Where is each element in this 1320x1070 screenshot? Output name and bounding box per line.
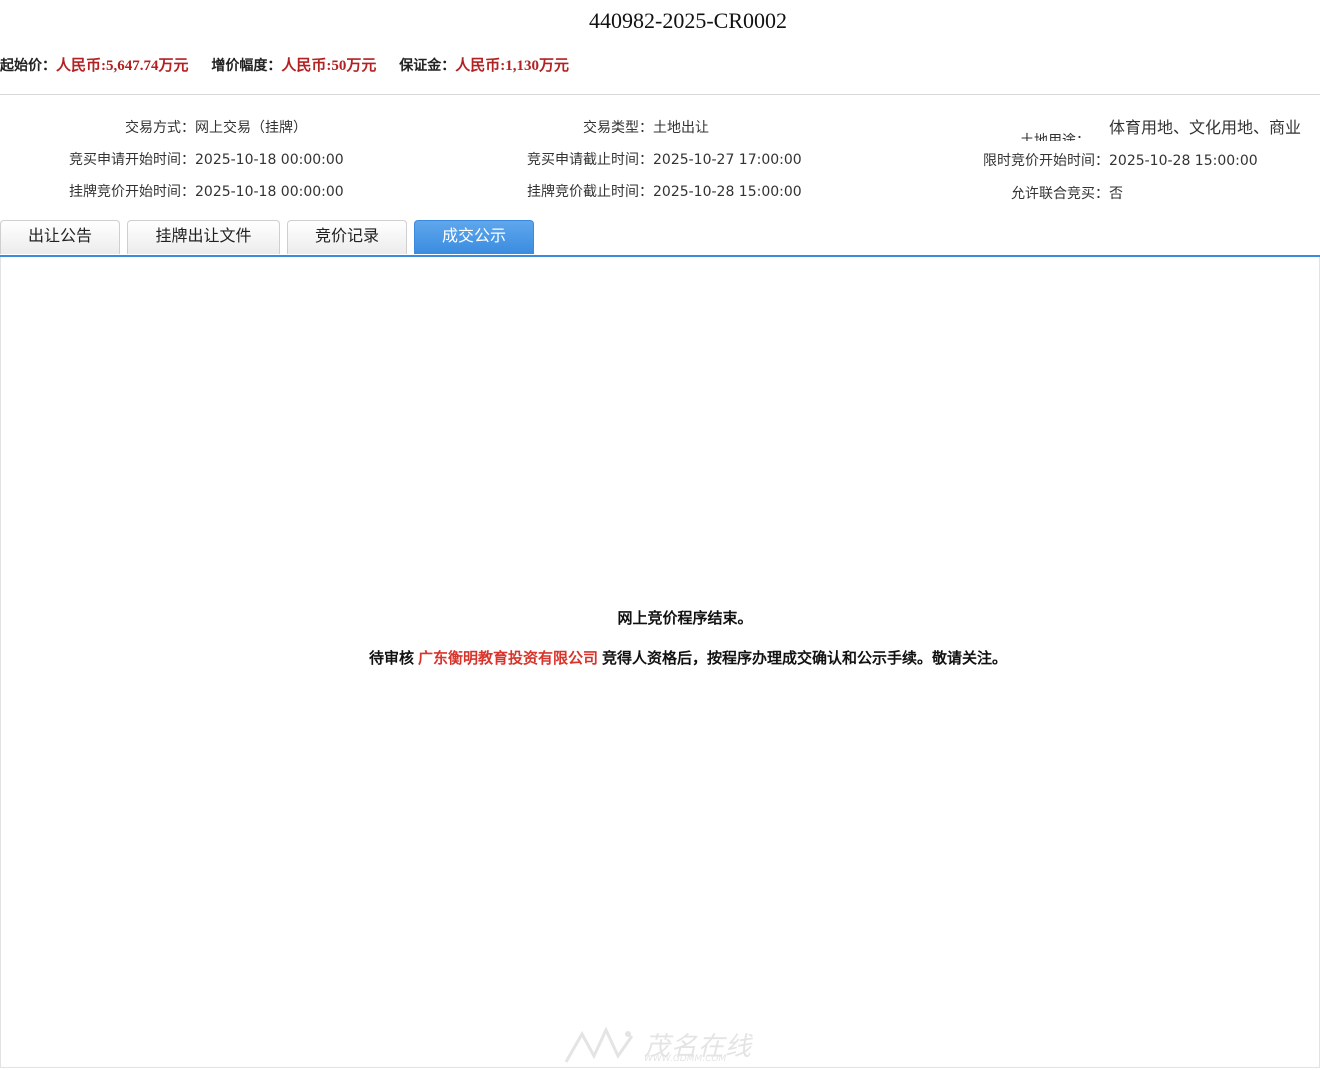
info-value: 否 bbox=[1109, 186, 1123, 202]
header-divider bbox=[0, 94, 1320, 95]
info-value: 2025-10-28 15:00:00 bbox=[1109, 153, 1258, 169]
info-trade-method: 交易方式：网上交易（挂牌） bbox=[0, 117, 307, 137]
watermark-logo-icon bbox=[564, 1026, 634, 1063]
info-value: 2025-10-18 00:00:00 bbox=[195, 152, 344, 168]
land-use-label: 土地用途： bbox=[1020, 133, 1090, 141]
increment-value: 人民币:50万元 bbox=[281, 58, 377, 74]
info-value: 2025-10-27 17:00:00 bbox=[653, 152, 802, 168]
info-joint-bid: 允许联合竞买：否 bbox=[900, 183, 1123, 203]
result-detail: 待审核 广东衡明教育投资有限公司 竞得人资格后，按程序办理成交确认和公示手续。敬请关… bbox=[0, 647, 1320, 668]
info-listing-start: 挂牌竞价开始时间：2025-10-18 00:00:00 bbox=[0, 181, 344, 201]
tab-bid-records[interactable]: 竞价记录 bbox=[287, 220, 407, 254]
land-use-value: 体育用地、文化用地、商业 bbox=[1109, 118, 1302, 137]
tab-notice[interactable]: 出让公告 bbox=[0, 220, 120, 254]
info-label: 限时竞价开始时间： bbox=[983, 153, 1109, 169]
site-watermark: 茂名在线 WWW.GDMM.COM bbox=[562, 1026, 762, 1066]
info-value: 2025-10-28 15:00:00 bbox=[653, 184, 802, 200]
info-label: 竞买申请截止时间： bbox=[527, 152, 653, 168]
info-apply-end: 竞买申请截止时间：2025-10-27 17:00:00 bbox=[440, 149, 802, 169]
info-value: 网上交易（挂牌） bbox=[195, 120, 307, 136]
tab-deal-announcement[interactable]: 成交公示 bbox=[414, 220, 534, 254]
result-detail-suffix: 竞得人资格后，按程序办理成交确认和公示手续。敬请关注。 bbox=[602, 649, 1008, 667]
info-label: 挂牌竞价截止时间： bbox=[527, 184, 653, 200]
info-listing-end: 挂牌竞价截止时间：2025-10-28 15:00:00 bbox=[440, 181, 802, 201]
start-price-value: 人民币:5,647.74万元 bbox=[56, 58, 189, 74]
info-timed-bid-start: 限时竞价开始时间：2025-10-28 15:00:00 bbox=[900, 150, 1258, 170]
tab-listing-documents[interactable]: 挂牌出让文件 bbox=[127, 220, 280, 254]
winning-company: 广东衡明教育投资有限公司 bbox=[417, 649, 598, 667]
info-value: 土地出让 bbox=[653, 120, 709, 136]
info-label: 挂牌竞价开始时间： bbox=[69, 184, 195, 200]
page-title: 440982-2025-CR0002 bbox=[589, 8, 787, 33]
tab-bar: 出让公告 挂牌出让文件 竞价记录 成交公示 bbox=[0, 220, 1320, 256]
deposit-label: 保证金： bbox=[399, 58, 456, 74]
start-price-label: 起始价： bbox=[0, 58, 56, 74]
info-value: 2025-10-18 00:00:00 bbox=[195, 184, 344, 200]
price-summary: 起始价：人民币:5,647.74万元 增价幅度：人民币:50万元 保证金：人民币… bbox=[0, 54, 587, 75]
info-apply-start: 竞买申请开始时间：2025-10-18 00:00:00 bbox=[0, 149, 344, 169]
result-message: 网上竞价程序结束。 bbox=[617, 609, 753, 627]
info-trade-type: 交易类型：土地出让 bbox=[440, 117, 709, 137]
info-label: 交易方式： bbox=[125, 120, 195, 136]
watermark-url: WWW.GDMM.COM bbox=[644, 1054, 727, 1064]
deposit-value: 人民币:1,130万元 bbox=[455, 58, 569, 74]
result-detail-prefix: 待审核 bbox=[368, 649, 414, 667]
page: 440982-2025-CR0002 起始价：人民币:5,647.74万元 增价… bbox=[0, 0, 1320, 1070]
info-label: 交易类型： bbox=[583, 120, 653, 136]
increment-label: 增价幅度： bbox=[211, 58, 282, 74]
info-label: 竞买申请开始时间： bbox=[69, 152, 195, 168]
info-label: 允许联合竞买： bbox=[1011, 186, 1109, 202]
